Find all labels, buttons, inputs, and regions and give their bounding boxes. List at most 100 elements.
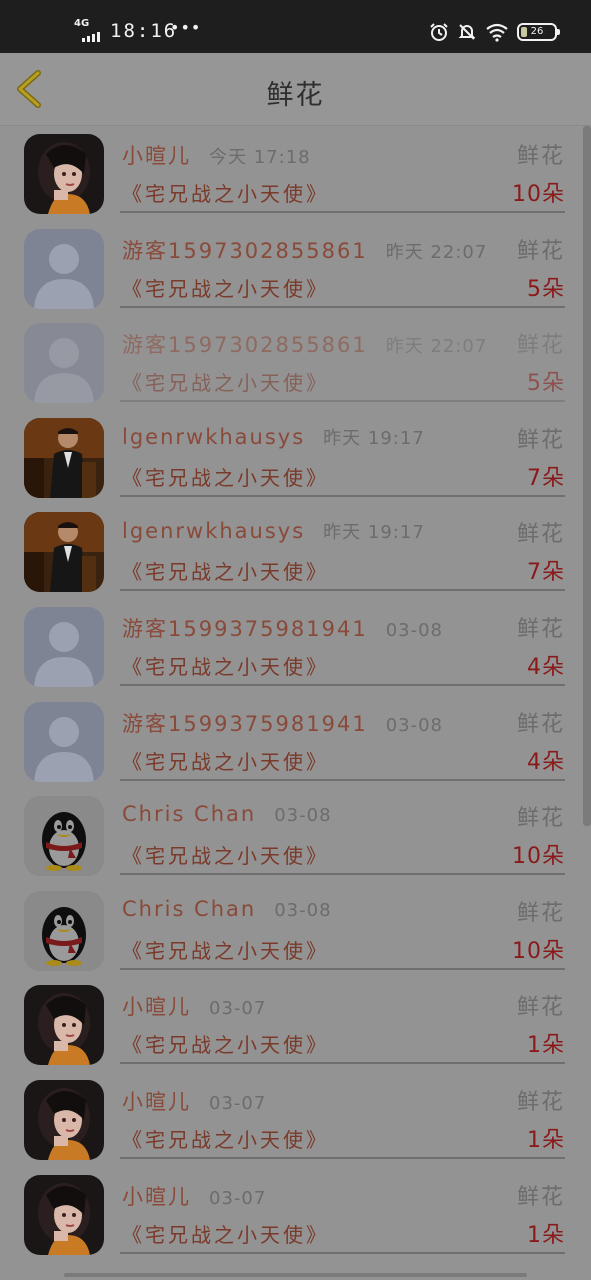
gift-record-row[interactable]: 小暄儿 今天 17:18 鲜花 《宅兄战之小天使》 10朵 [0, 126, 591, 221]
avatar-default-image [24, 607, 104, 687]
avatar[interactable] [24, 985, 104, 1066]
gift-type: 鲜花 [516, 900, 565, 926]
gift-record-row[interactable]: 游客1599375981941 03-08 鲜花 《宅兄战之小天使》 4朵 [0, 694, 591, 789]
book-title[interactable]: 《宅兄战之小天使》 [122, 367, 329, 396]
network-type: 4G [74, 18, 90, 29]
book-title[interactable]: 《宅兄战之小天使》 [122, 651, 329, 680]
avatar-man-image [24, 512, 104, 593]
gift-record-row[interactable]: lgenrwkhausys 昨天 19:17 鲜花《宅兄战之小天使》 7朵 [0, 504, 591, 599]
avatar-default-image [24, 701, 104, 782]
gift-record-row[interactable]: Chris Chan 03-08 鲜花《宅兄战之小天使》 10朵 [0, 883, 591, 978]
gift-count: 4朵 [527, 749, 565, 775]
status-right: 26 [429, 22, 560, 42]
gift-count: 1朵 [527, 1033, 565, 1059]
book-title[interactable]: 《宅兄战之小天使》 [122, 556, 329, 585]
gift-record-row[interactable]: 小暄儿 03-07 鲜花《宅兄战之小天使》 1朵 [0, 977, 591, 1072]
gift-record-row[interactable]: Chris Chan 03-08 鲜花 《宅兄战之小天使》 10朵 [0, 788, 591, 883]
row-divider [120, 684, 565, 686]
book-title[interactable]: 《宅兄战之小天使》 [122, 1029, 329, 1058]
sender-name: 小暄儿 [122, 995, 191, 1020]
gift-count: 1朵 [527, 1222, 565, 1248]
row-divider [120, 1062, 565, 1065]
name-line: 小暄儿 03-07 [122, 1086, 266, 1116]
book-title[interactable]: 《宅兄战之小天使》 [122, 1124, 329, 1153]
sender-name: lgenrwkhausys [122, 519, 306, 544]
gift-count: 5朵 [527, 276, 565, 302]
book-title[interactable]: 《宅兄战之小天使》 [122, 1219, 329, 1248]
battery-level: 26 [530, 26, 544, 37]
sender-name: lgenrwkhausys [122, 424, 306, 449]
signal-icon [82, 32, 100, 42]
gift-type: 鲜花 [516, 522, 565, 548]
scrollbar[interactable] [583, 126, 591, 826]
avatar[interactable] [24, 1174, 104, 1255]
gift-record-row[interactable]: 游客1599375981941 03-08 鲜花 《宅兄战之小天使》 4朵 [0, 599, 591, 694]
bottom-indicator [64, 1273, 527, 1277]
avatar[interactable] [24, 134, 104, 214]
gift-type: 鲜花 [516, 711, 565, 737]
avatar[interactable] [24, 417, 104, 498]
gift-type: 鲜花 [516, 617, 565, 642]
sent-time: 昨天 19:17 [323, 427, 425, 449]
clock: 18:16 [110, 20, 178, 42]
sent-time: 昨天 22:07 [385, 336, 488, 358]
name-line: 小暄儿 03-07 [122, 1181, 266, 1211]
gift-record-row[interactable]: 小暄儿 03-07 鲜花《宅兄战之小天使》 1朵 [0, 1167, 591, 1262]
sender-name: 小暄儿 [122, 1184, 191, 1209]
avatar[interactable] [24, 228, 104, 309]
book-title[interactable]: 《宅兄战之小天使》 [122, 273, 329, 302]
name-line: 游客1597302855861 昨天 22:07 [122, 329, 487, 359]
gift-type: 鲜花 [516, 995, 565, 1021]
gift-record-list[interactable]: 小暄儿 今天 17:18 鲜花 《宅兄战之小天使》 10朵 游客1597302855861… [0, 126, 591, 1280]
avatar[interactable] [24, 796, 104, 877]
alarm-icon [430, 23, 448, 41]
avatar-girl-image [24, 1174, 104, 1255]
avatar-man-image [24, 417, 104, 498]
gift-record-row[interactable]: lgenrwkhausys 昨天 19:17 鲜花 《宅兄战之小天使》 7朵 [0, 410, 591, 505]
sent-time: 03-08 [385, 620, 444, 641]
book-title[interactable]: 《宅兄战之小天使》 [122, 840, 329, 869]
row-divider [120, 400, 565, 403]
name-line: lgenrwkhausys 昨天 19:17 [122, 518, 425, 544]
gift-type: 鲜花 [516, 427, 565, 453]
gift-count: 10朵 [512, 938, 565, 964]
avatar-penguin-image [24, 890, 104, 971]
gift-count: 7朵 [527, 560, 565, 586]
avatar[interactable] [24, 1080, 104, 1160]
sent-time: 今天 17:18 [209, 147, 311, 168]
gift-type: 鲜花 [516, 144, 565, 169]
battery-icon: 26 [517, 23, 560, 41]
book-title[interactable]: 《宅兄战之小天使》 [122, 462, 329, 491]
avatar-penguin-image [24, 796, 104, 877]
gift-record-row[interactable]: 小暄儿 03-07 鲜花 《宅兄战之小天使》 1朵 [0, 1072, 591, 1167]
row-divider [120, 873, 565, 876]
gift-record-row[interactable]: 游客1597302855861 昨天 22:07 鲜花 《宅兄战之小天使》 5朵 [0, 315, 591, 410]
row-divider [120, 305, 565, 308]
gift-record-row[interactable]: 游客1597302855861 昨天 22:07 鲜花 《宅兄战之小天使》 5朵 [0, 221, 591, 316]
name-line: lgenrwkhausys 昨天 19:17 [122, 424, 425, 450]
avatar[interactable] [24, 890, 104, 971]
sender-name: Chris Chan [122, 896, 257, 921]
avatar[interactable] [24, 701, 104, 782]
book-title[interactable]: 《宅兄战之小天使》 [122, 746, 329, 775]
mute-notification-icon [458, 24, 476, 40]
avatar[interactable] [24, 512, 104, 593]
sent-time: 03-07 [209, 998, 267, 1020]
gift-type: 鲜花 [516, 1090, 565, 1115]
gift-type: 鲜花 [516, 1184, 565, 1210]
book-title[interactable]: 《宅兄战之小天使》 [122, 178, 329, 207]
row-divider [120, 1251, 565, 1254]
avatar-girl-image [24, 134, 104, 214]
nav-bar: 鲜花 [0, 53, 591, 126]
row-divider [120, 589, 565, 592]
name-line: 游客1597302855861 昨天 22:07 [122, 235, 487, 265]
avatar[interactable] [24, 607, 104, 687]
name-line: 游客1599375981941 03-08 [122, 613, 443, 643]
gift-type: 鲜花 [516, 806, 565, 832]
gift-count: 5朵 [527, 371, 565, 397]
row-divider [120, 494, 565, 497]
book-title[interactable]: 《宅兄战之小天使》 [122, 935, 329, 964]
sent-time: 03-08 [274, 899, 332, 921]
avatar[interactable] [24, 323, 104, 404]
row-divider [120, 967, 565, 970]
